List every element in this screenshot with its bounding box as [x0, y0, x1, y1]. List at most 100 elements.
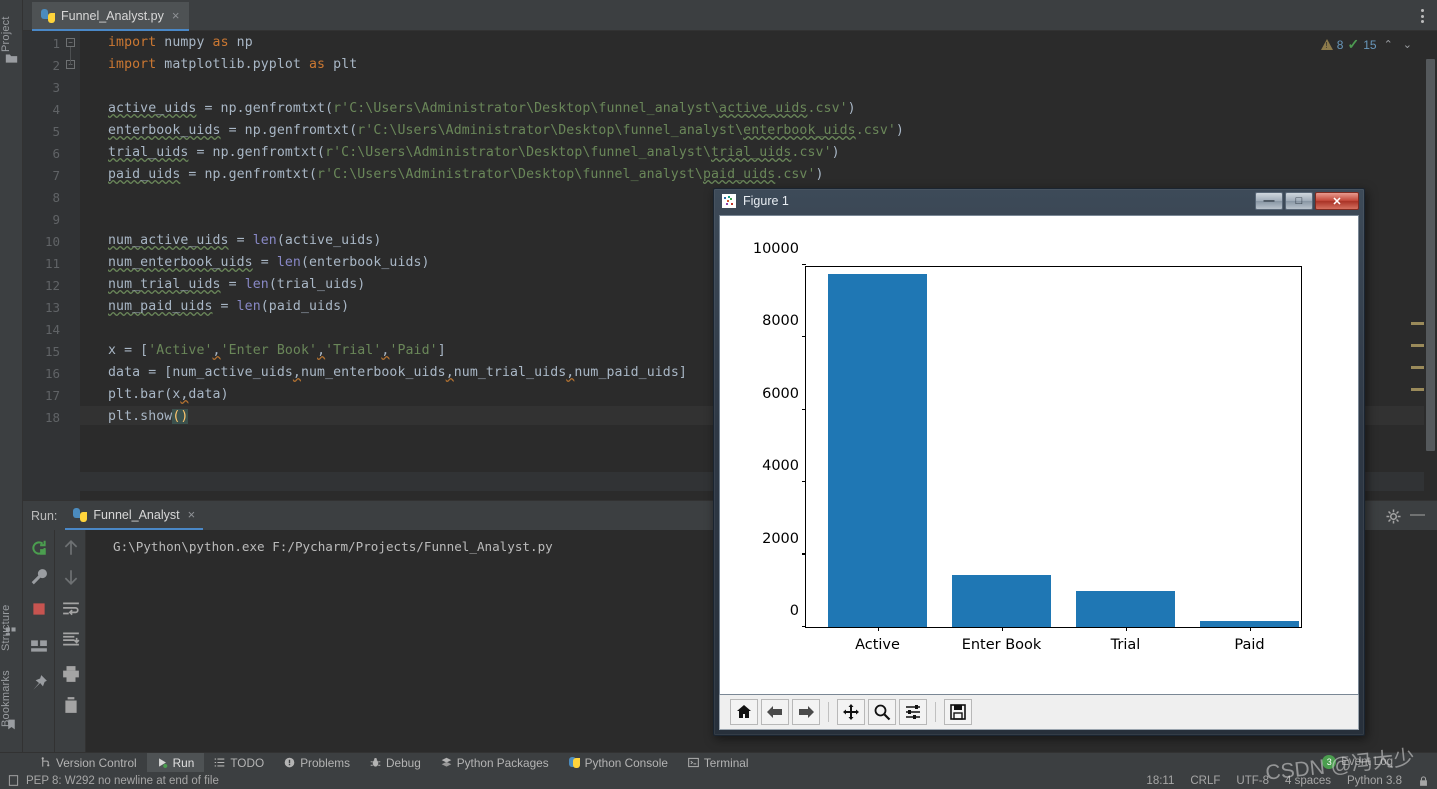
y-tick-label: 6000 [762, 385, 799, 402]
inspection-widget[interactable]: 8 ✓ 15 ⌃ ⌄ [1320, 36, 1415, 53]
console-command-line: G:\Python\python.exe F:/Pycharm/Projects… [113, 539, 553, 554]
print-icon[interactable] [62, 665, 80, 683]
minimize-button[interactable]: — [1255, 192, 1283, 210]
editor-scrollbar-thumb[interactable] [1426, 59, 1435, 451]
y-tick-mark [802, 408, 806, 410]
status-message: PEP 8: W292 no newline at end of file [26, 774, 219, 787]
line-number: 18 [44, 410, 60, 425]
scroll-up-icon[interactable] [62, 539, 80, 557]
code-line-5: enterbook_uids = np.genfromtxt(r'C:\User… [108, 123, 904, 138]
figure-title-bar[interactable]: Figure 1 — □ ✕ [714, 189, 1364, 213]
bookmark-icon[interactable] [5, 718, 18, 731]
line-number: 12 [44, 278, 60, 293]
line-number: 1 [52, 36, 60, 51]
toolbar-divider [935, 702, 936, 722]
line-number: 14 [44, 322, 60, 337]
editor-scrollbar-track[interactable] [1424, 31, 1437, 500]
y-tick-mark [802, 553, 806, 555]
x-tick-mark [877, 627, 879, 631]
wrench-icon[interactable] [30, 568, 48, 586]
lock-icon[interactable] [1418, 775, 1429, 787]
chevron-up-icon[interactable]: ⌃ [1381, 38, 1396, 51]
status-line-ending[interactable]: CRLF [1190, 775, 1220, 787]
bottom-tab-python-packages[interactable]: Python Packages [431, 753, 559, 773]
trash-icon[interactable] [62, 696, 80, 714]
soft-wrap-icon[interactable] [62, 600, 80, 618]
code-line-2: import matplotlib.pyplot as plt [108, 57, 358, 72]
event-log-indicator[interactable]: 3 Event Log [1322, 755, 1393, 769]
pin-icon[interactable] [30, 674, 48, 692]
minimize-icon[interactable]: — [1410, 507, 1425, 522]
scroll-to-end-icon[interactable] [62, 630, 80, 648]
line-number: 15 [44, 344, 60, 359]
bottom-tab-run[interactable]: Run [146, 752, 205, 773]
more-options-icon[interactable] [1415, 8, 1429, 24]
home-icon[interactable] [730, 699, 758, 725]
status-bar: PEP 8: W292 no newline at end of file 18… [0, 772, 1437, 789]
structure-icon[interactable] [5, 625, 18, 638]
chevron-down-icon[interactable]: ⌄ [1400, 38, 1415, 51]
bottom-tab-todo[interactable]: TODO [204, 753, 274, 773]
close-button[interactable]: ✕ [1315, 192, 1359, 210]
warning-triangle-icon [1320, 39, 1333, 50]
status-indent[interactable]: 4 spaces [1285, 775, 1331, 787]
figure-navigation-toolbar [719, 695, 1359, 730]
close-icon[interactable]: × [172, 8, 180, 23]
save-floppy-icon[interactable] [944, 699, 972, 725]
matplotlib-figure-window[interactable]: Figure 1 — □ ✕ 0 2000 4000 6000 8000 100… [713, 188, 1365, 736]
code-line-17: plt.bar(x,data) [108, 387, 229, 402]
bottom-tab-label: Python Packages [456, 755, 549, 770]
y-tick-mark [802, 263, 806, 265]
line-number: 4 [52, 102, 60, 117]
line-number: 7 [52, 168, 60, 183]
line-number: 16 [44, 366, 60, 381]
inspection-marker[interactable] [1411, 322, 1424, 325]
bottom-tab-problems[interactable]: Problems [274, 753, 360, 773]
code-line-10: num_active_uids = len(active_uids) [108, 233, 382, 248]
code-line-6: trial_uids = np.genfromtxt(r'C:\Users\Ad… [108, 145, 840, 160]
scroll-down-icon[interactable] [62, 568, 80, 586]
back-arrow-icon[interactable] [761, 699, 789, 725]
fold-marker-icon[interactable]: − [66, 38, 75, 47]
figure-title-label: Figure 1 [743, 194, 789, 208]
gear-icon[interactable] [1386, 509, 1401, 524]
problems-icon [284, 757, 295, 768]
rerun-icon[interactable] [30, 539, 48, 557]
left-tool-rail: Project Structure Bookmarks [0, 0, 23, 752]
maximize-button[interactable]: □ [1285, 192, 1313, 210]
folder-icon[interactable] [5, 52, 18, 65]
line-number: 9 [52, 212, 60, 227]
stop-icon[interactable] [30, 600, 48, 618]
y-tick-label: 10000 [752, 241, 799, 257]
code-line-18: plt.show() [108, 409, 189, 424]
editor-tab-funnel-analyst[interactable]: Funnel_Analyst.py × [32, 2, 190, 31]
pan-move-icon[interactable] [837, 699, 865, 725]
inspection-marker[interactable] [1411, 344, 1424, 347]
figure-canvas[interactable]: 0 2000 4000 6000 8000 10000 Active Enter… [719, 215, 1359, 695]
configure-subplots-icon[interactable] [899, 699, 927, 725]
y-tick-mark [802, 625, 806, 627]
zoom-magnifier-icon[interactable] [868, 699, 896, 725]
todo-list-icon [215, 758, 225, 767]
layout-icon[interactable] [30, 637, 48, 655]
editor-tab-bar: Funnel_Analyst.py × [23, 0, 1437, 31]
python-file-icon [41, 8, 55, 23]
document-icon [8, 775, 19, 786]
inspection-marker[interactable] [1411, 366, 1424, 369]
warning-count: 8 [1336, 37, 1344, 52]
status-encoding[interactable]: UTF-8 [1236, 775, 1269, 787]
y-tick-label: 0 [789, 603, 799, 619]
x-tick-label: Paid [1234, 637, 1265, 653]
bottom-tab-label: Version Control [56, 755, 137, 770]
status-time: 18:11 [1146, 774, 1175, 787]
bottom-tab-python-console[interactable]: Python Console [559, 753, 678, 773]
bottom-tab-debug[interactable]: Debug [360, 753, 431, 773]
forward-arrow-icon[interactable] [792, 699, 820, 725]
bottom-tab-version-control[interactable]: Version Control [30, 753, 147, 773]
checkmark-icon: ✓ [1347, 36, 1360, 52]
close-icon[interactable]: × [188, 507, 196, 522]
inspection-marker[interactable] [1411, 388, 1424, 391]
run-configuration-tab[interactable]: Funnel_Analyst × [65, 502, 204, 530]
status-interpreter[interactable]: Python 3.8 [1347, 775, 1402, 787]
bottom-tab-terminal[interactable]: Terminal [678, 753, 759, 773]
